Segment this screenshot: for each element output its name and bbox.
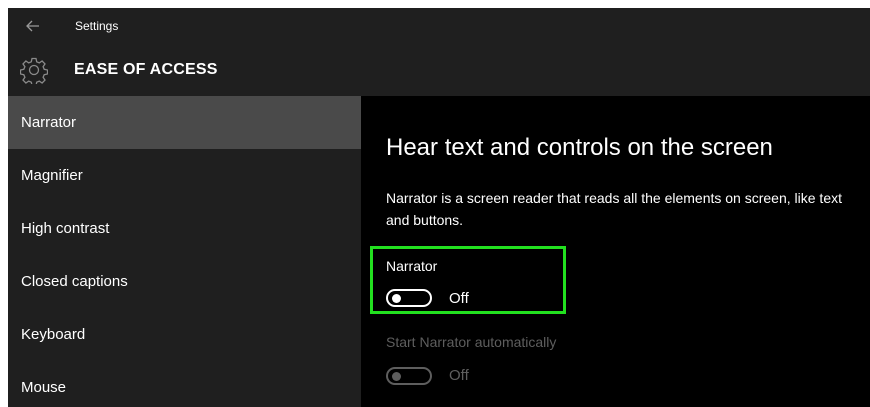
auto-start-label: Start Narrator automatically	[386, 334, 557, 350]
narrator-label: Narrator	[386, 258, 438, 274]
sidebar-item-label: High contrast	[21, 220, 110, 237]
page-title: Hear text and controls on the screen	[386, 134, 773, 161]
sidebar-item-label: Closed captions	[21, 273, 128, 290]
description-text: Narrator is a screen reader that reads a…	[386, 190, 842, 228]
sidebar-item-mouse[interactable]: Mouse	[8, 361, 361, 407]
title-bar: Settings	[8, 8, 870, 46]
content-pane: Hear text and controls on the screen Nar…	[361, 96, 870, 407]
back-button[interactable]	[22, 17, 44, 35]
sidebar-item-label: Keyboard	[21, 326, 86, 343]
toggle-knob	[392, 294, 401, 303]
sidebar-item-label: Magnifier	[21, 167, 83, 184]
sidebar-item-closed-captions[interactable]: Closed captions	[8, 255, 361, 308]
app-title: Settings	[75, 19, 119, 33]
sidebar-item-magnifier[interactable]: Magnifier	[8, 149, 361, 202]
auto-start-toggle-state: Off	[449, 367, 469, 384]
narrator-toggle-state: Off	[449, 290, 469, 307]
toggle-knob	[392, 372, 401, 381]
sidebar-item-label: Mouse	[21, 379, 67, 396]
auto-start-toggle[interactable]	[386, 367, 432, 385]
narrator-toggle[interactable]	[386, 289, 432, 307]
sidebar-item-label: Narrator	[21, 114, 77, 131]
sidebar: Narrator Magnifier High contrast Closed …	[8, 96, 361, 407]
sidebar-item-keyboard[interactable]: Keyboard	[8, 308, 361, 361]
sidebar-item-narrator[interactable]: Narrator	[8, 96, 361, 149]
section-title: EASE OF ACCESS	[74, 61, 218, 78]
back-arrow-icon	[26, 20, 39, 32]
gear-icon	[20, 57, 48, 84]
sidebar-item-high-contrast[interactable]: High contrast	[8, 202, 361, 255]
settings-window: Settings EASE OF ACCESS Narrator Magnifi…	[8, 8, 870, 407]
page-header: EASE OF ACCESS	[8, 46, 870, 96]
